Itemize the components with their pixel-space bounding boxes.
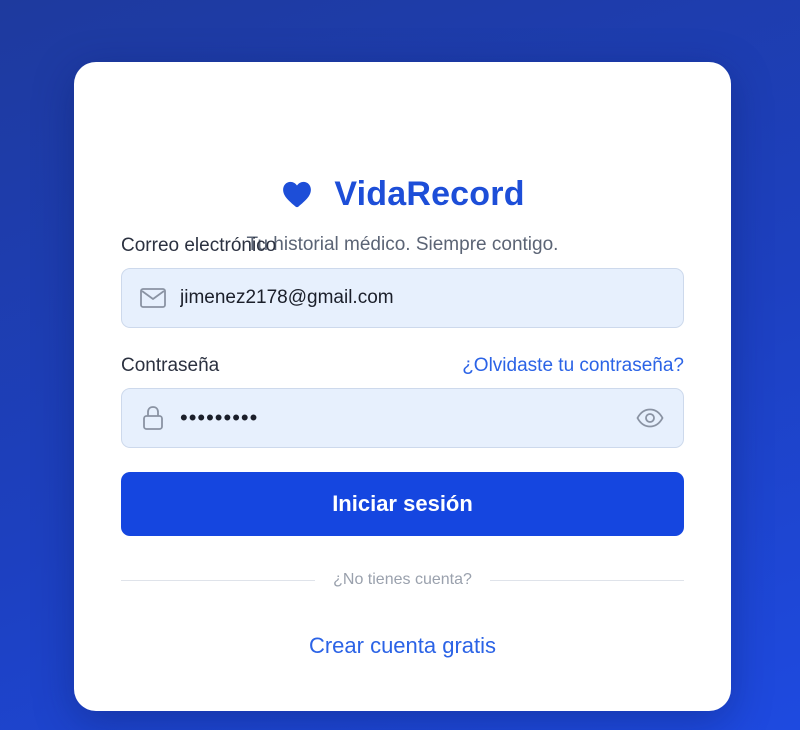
login-button[interactable]: Iniciar sesión (121, 472, 684, 536)
login-card: VidaRecord Tu historial médico. Siempre … (74, 62, 731, 711)
email-input[interactable] (180, 269, 683, 327)
email-field[interactable] (121, 268, 684, 328)
password-field[interactable] (121, 388, 684, 448)
password-input[interactable] (180, 389, 635, 447)
heart-icon (280, 177, 314, 211)
forgot-password-link[interactable]: ¿Olvidaste tu contraseña? (462, 355, 684, 377)
mail-icon (140, 285, 166, 311)
lock-icon (140, 405, 166, 431)
create-account-link[interactable]: Crear cuenta gratis (74, 633, 731, 659)
brand-name: VidaRecord (334, 174, 525, 213)
brand-header: VidaRecord (74, 174, 731, 214)
divider-line-left (121, 579, 316, 581)
divider-line-right (489, 579, 684, 581)
password-label: Contraseña (121, 355, 220, 376)
signup-prompt: ¿No tienes cuenta? (333, 571, 472, 588)
signup-divider: ¿No tienes cuenta? (121, 571, 684, 589)
eye-icon[interactable] (635, 403, 665, 433)
email-label: Correo electrónico (121, 235, 277, 256)
